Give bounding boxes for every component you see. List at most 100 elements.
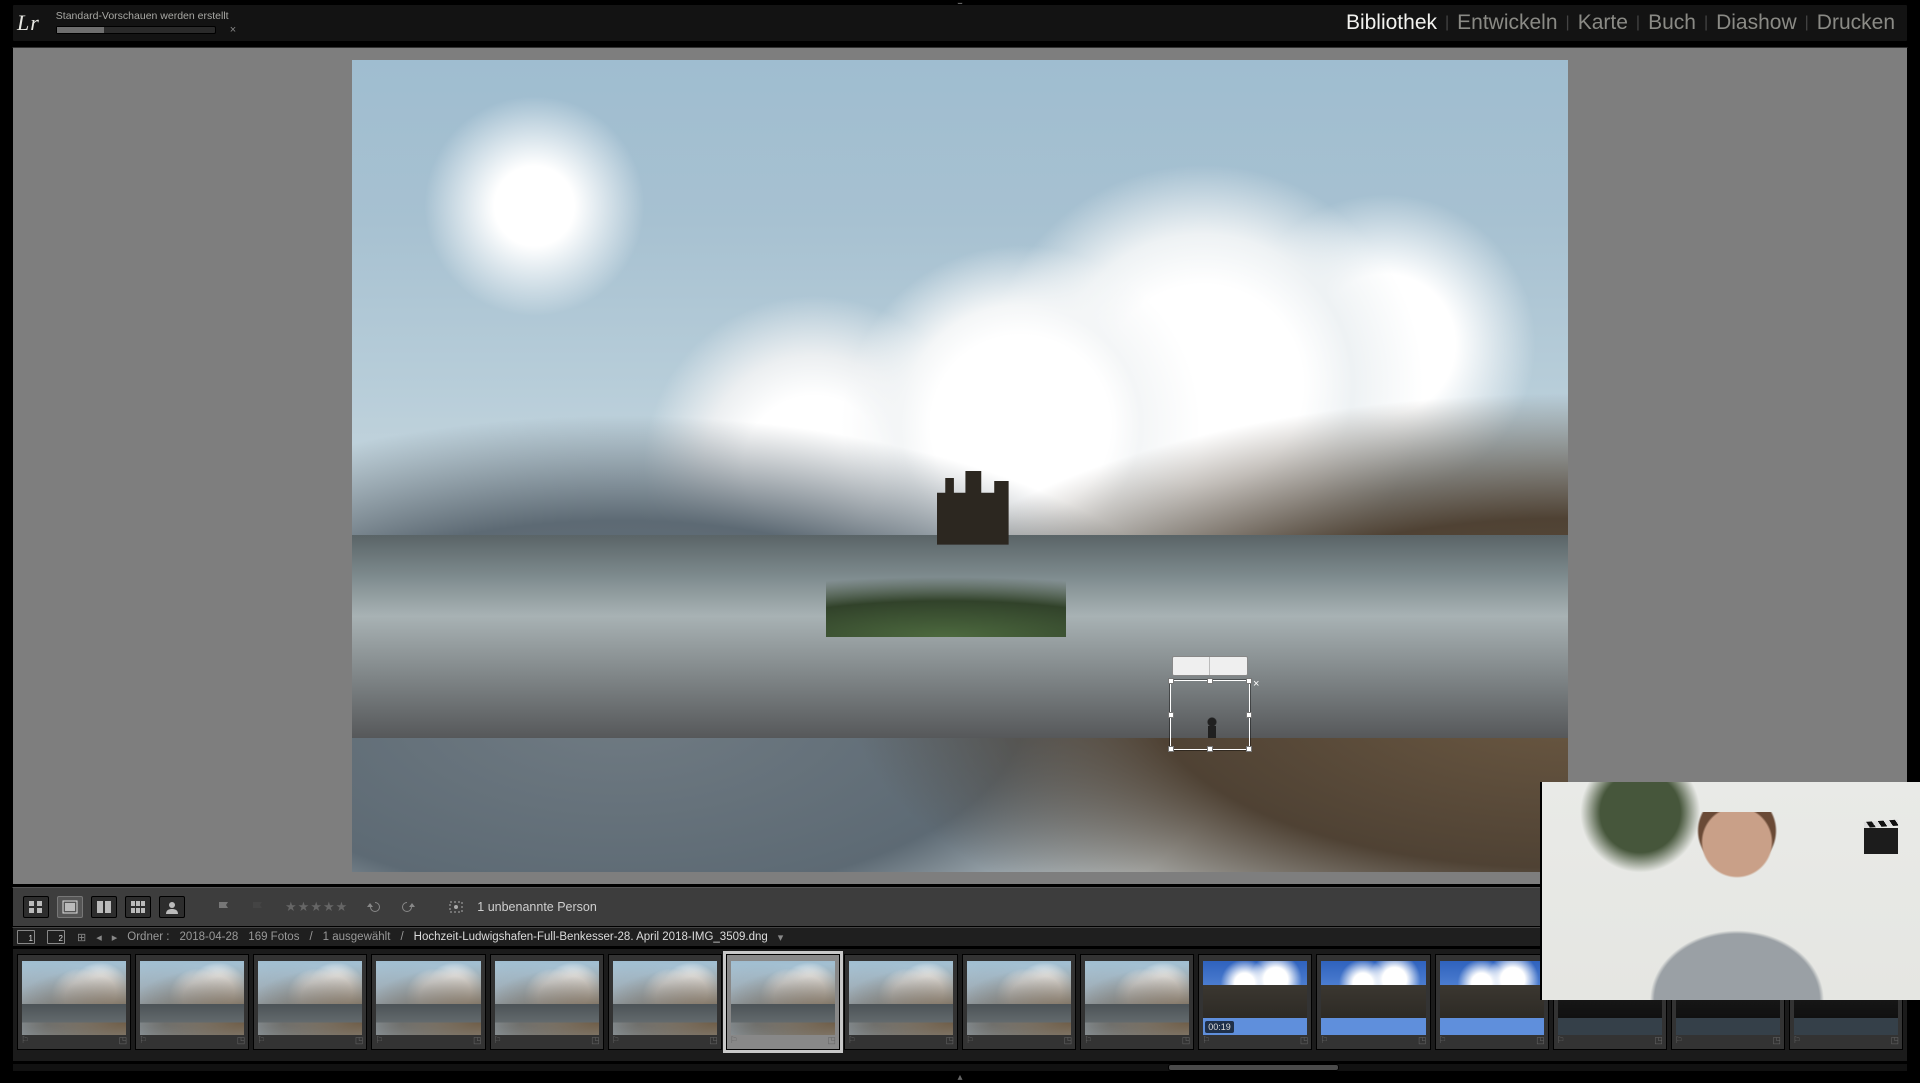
- thumbnail[interactable]: ⚐◳: [608, 954, 722, 1050]
- people-status-label: 1 unbenannte Person: [477, 900, 597, 914]
- rating-star-1[interactable]: ★: [285, 899, 297, 915]
- identity-bar: Lr Standard-Vorschauen werden erstellt ×…: [12, 4, 1908, 42]
- thumb-flag-icon[interactable]: ⚐: [375, 1035, 383, 1049]
- thumbnail[interactable]: ⚐◳: [1080, 954, 1194, 1050]
- thumb-badge-icon[interactable]: ◳: [945, 1035, 954, 1049]
- thumb-badge-icon[interactable]: ◳: [1890, 1035, 1899, 1049]
- face-name-input-first[interactable]: [1173, 657, 1210, 675]
- view-grid-button[interactable]: [23, 896, 49, 918]
- face-region-remove[interactable]: ×: [1253, 679, 1263, 689]
- breadcrumb-prefix: Ordner :: [127, 931, 169, 943]
- thumb-badge-icon[interactable]: ◳: [827, 1035, 836, 1049]
- breadcrumb-count: 169 Fotos: [248, 931, 299, 943]
- thumb-flag-icon[interactable]: ⚐: [1084, 1035, 1092, 1049]
- rating-star-3[interactable]: ★: [310, 899, 322, 915]
- breadcrumb-folder[interactable]: 2018-04-28: [179, 931, 238, 943]
- thumb-flag-icon[interactable]: ⚐: [966, 1035, 974, 1049]
- thumb-flag-icon[interactable]: ⚐: [1202, 1035, 1210, 1049]
- flag-reject-button[interactable]: [245, 896, 271, 918]
- filmstrip-scrollbar[interactable]: [12, 1063, 1908, 1072]
- clapperboard-icon: [1864, 828, 1898, 854]
- thumbnail[interactable]: ⚐◳: [17, 954, 131, 1050]
- rating-star-4[interactable]: ★: [323, 899, 335, 915]
- thumb-flag-icon[interactable]: ⚐: [21, 1035, 29, 1049]
- thumb-flag-icon[interactable]: ⚐: [494, 1035, 502, 1049]
- video-duration-badge: 00:19: [1205, 1021, 1234, 1033]
- breadcrumb-filename[interactable]: Hochzeit-Ludwigshafen-Full-Benkesser-28.…: [414, 931, 768, 943]
- module-entwickeln[interactable]: Entwickeln: [1451, 11, 1563, 35]
- breadcrumb-menu[interactable]: ▾: [778, 931, 784, 944]
- thumb-badge-icon[interactable]: ◳: [119, 1035, 128, 1049]
- thumb-badge-icon[interactable]: ◳: [1654, 1035, 1663, 1049]
- breadcrumb-selection: 1 ausgewählt: [323, 931, 391, 943]
- thumbnail[interactable]: ⚐◳: [1316, 954, 1430, 1050]
- activity-indicator: Standard-Vorschauen werden erstellt ×: [56, 10, 236, 36]
- left-panel-expand[interactable]: ▸: [12, 439, 13, 493]
- nav-back-icon[interactable]: ◂: [96, 931, 102, 944]
- nav-fwd-icon[interactable]: ▸: [112, 931, 118, 944]
- photo-scene-island: [826, 507, 1066, 637]
- module-diashow[interactable]: Diashow: [1710, 11, 1803, 35]
- thumb-badge-icon[interactable]: ◳: [591, 1035, 600, 1049]
- thumb-badge-icon[interactable]: ◳: [1182, 1035, 1191, 1049]
- loupe-view[interactable]: ▸ ◂ ×: [12, 47, 1908, 885]
- thumbnail[interactable]: ⚐◳: [135, 954, 249, 1050]
- rotate-ccw-button[interactable]: [361, 896, 387, 918]
- thumb-flag-icon[interactable]: ⚐: [1793, 1035, 1801, 1049]
- panel-expand-bottom[interactable]: ▴: [957, 1072, 962, 1080]
- thumb-flag-icon[interactable]: ⚐: [1557, 1035, 1565, 1049]
- thumbnail[interactable]: ⚐◳: [726, 954, 840, 1050]
- module-bibliothek[interactable]: Bibliothek: [1340, 11, 1443, 35]
- thumb-flag-icon[interactable]: ⚐: [730, 1035, 738, 1049]
- rotate-cw-button[interactable]: [395, 896, 421, 918]
- right-panel-expand[interactable]: ◂: [1907, 439, 1908, 493]
- flag-pick-button[interactable]: [211, 896, 237, 918]
- presenter-webcam-overlay: [1540, 782, 1920, 1000]
- thumb-badge-icon[interactable]: ◳: [1300, 1035, 1309, 1049]
- thumb-badge-icon[interactable]: ◳: [473, 1035, 482, 1049]
- activity-cancel-button[interactable]: ×: [230, 24, 236, 36]
- activity-label: Standard-Vorschauen werden erstellt: [56, 10, 229, 22]
- face-name-input-group[interactable]: [1172, 656, 1248, 676]
- thumb-flag-icon[interactable]: ⚐: [257, 1035, 265, 1049]
- filmstrip-scroll-thumb[interactable]: [1168, 1064, 1338, 1071]
- thumb-flag-icon[interactable]: ⚐: [139, 1035, 147, 1049]
- thumbnail[interactable]: ⚐◳: [253, 954, 367, 1050]
- primary-monitor-button[interactable]: 1: [17, 930, 35, 944]
- main-photo[interactable]: ×: [352, 60, 1568, 872]
- thumb-flag-icon[interactable]: ⚐: [848, 1035, 856, 1049]
- thumbnail[interactable]: ⚐◳: [844, 954, 958, 1050]
- thumbnail[interactable]: ⚐◳: [490, 954, 604, 1050]
- view-survey-button[interactable]: [125, 896, 151, 918]
- module-picker: Bibliothek|Entwickeln|Karte|Buch|Diashow…: [1340, 5, 1907, 41]
- thumbnail[interactable]: ⚐◳: [371, 954, 485, 1050]
- thumb-flag-icon[interactable]: ⚐: [1675, 1035, 1683, 1049]
- face-name-input-last[interactable]: [1210, 657, 1247, 675]
- thumb-badge-icon[interactable]: ◳: [1064, 1035, 1073, 1049]
- module-drucken[interactable]: Drucken: [1811, 11, 1901, 35]
- secondary-monitor-button[interactable]: 2: [47, 930, 65, 944]
- view-loupe-button[interactable]: [57, 896, 83, 918]
- module-buch[interactable]: Buch: [1642, 11, 1702, 35]
- thumb-badge-icon[interactable]: ◳: [1772, 1035, 1781, 1049]
- rating-star-2[interactable]: ★: [298, 899, 310, 915]
- thumbnail[interactable]: ⚐◳: [962, 954, 1076, 1050]
- draw-face-region-button[interactable]: [443, 896, 469, 918]
- thumb-badge-icon[interactable]: ◳: [709, 1035, 718, 1049]
- thumb-badge-icon[interactable]: ◳: [1536, 1035, 1545, 1049]
- rating-star-5[interactable]: ★: [336, 899, 348, 915]
- module-karte[interactable]: Karte: [1572, 11, 1634, 35]
- activity-progress-fill: [57, 27, 104, 33]
- thumb-badge-icon[interactable]: ◳: [1418, 1035, 1427, 1049]
- view-people-button[interactable]: [159, 896, 185, 918]
- thumbnail[interactable]: ⚐◳: [1435, 954, 1549, 1050]
- thumb-flag-icon[interactable]: ⚐: [1439, 1035, 1447, 1049]
- thumb-flag-icon[interactable]: ⚐: [1320, 1035, 1328, 1049]
- thumb-badge-icon[interactable]: ◳: [355, 1035, 364, 1049]
- thumb-flag-icon[interactable]: ⚐: [612, 1035, 620, 1049]
- thumb-badge-icon[interactable]: ◳: [237, 1035, 246, 1049]
- grid-shortcut-icon[interactable]: ⊞: [77, 931, 86, 944]
- rating-stars[interactable]: ★★★★★: [285, 899, 347, 915]
- view-compare-button[interactable]: [91, 896, 117, 918]
- thumbnail[interactable]: 00:19 ⚐ ◳: [1198, 954, 1312, 1050]
